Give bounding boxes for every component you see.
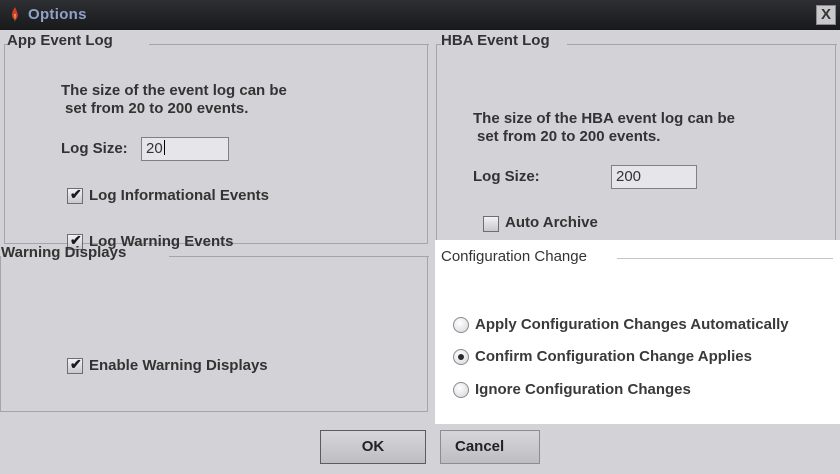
apply-automatically-label: Apply Configuration Changes Automaticall… [475,316,789,333]
app-event-log-title: App Event Log [7,32,113,49]
hba-log-size-label: Log Size: [473,168,540,185]
window-title: Options [28,6,87,23]
warning-displays-panel: Warning Displays ✔ Enable Warning Displa… [0,244,429,412]
checkmark-icon: ✔ [70,356,82,372]
log-informational-label: Log Informational Events [89,187,270,204]
options-dialog: Options X App Event Log The size of the … [0,0,840,474]
auto-archive-checkbox[interactable] [483,216,499,232]
ok-button[interactable]: OK [320,430,426,464]
app-log-size-value: 20 [146,140,163,157]
title-bar[interactable]: Options X [0,0,840,30]
app-log-description-1: The size of the event log can be [61,82,287,99]
app-event-log-panel: App Event Log The size of the event log … [4,32,429,250]
app-log-size-input[interactable]: 20 [141,137,229,161]
radio-confirm-applies[interactable] [453,349,469,365]
confirm-applies-label: Confirm Configuration Change Applies [475,348,752,365]
configuration-change-title: Configuration Change [441,248,587,265]
hba-log-description-1: The size of the HBA event log can be [473,110,735,127]
hba-log-description-2: set from 20 to 200 events. [477,128,661,145]
radio-apply-automatically[interactable] [453,317,469,333]
hba-log-size-value: 200 [616,168,642,185]
enable-warning-displays-checkbox[interactable]: ✔ [67,356,83,374]
enable-warning-displays-label: Enable Warning Displays [89,357,268,374]
configuration-change-panel: Configuration Change Apply Configuration… [435,240,840,424]
hba-event-log-title: HBA Event Log [441,32,550,49]
radio-selected-dot [458,354,464,360]
cancel-button[interactable]: Cancel [440,430,540,464]
app-log-size-label: Log Size: [61,140,128,157]
close-icon: X [820,6,831,23]
hba-log-size-input[interactable]: 200 [611,165,697,189]
app-log-description-2: set from 20 to 200 events. [65,100,249,117]
auto-archive-label: Auto Archive [505,214,598,231]
ignore-changes-label: Ignore Configuration Changes [475,381,691,398]
close-button[interactable]: X [816,5,836,25]
warning-displays-title: Warning Displays [1,244,127,261]
hba-event-log-panel: HBA Event Log The size of the HBA event … [436,32,837,258]
app-icon [11,7,18,22]
checkmark-icon: ✔ [70,186,82,202]
radio-ignore-changes[interactable] [453,382,469,398]
log-informational-checkbox[interactable]: ✔ [67,186,83,204]
